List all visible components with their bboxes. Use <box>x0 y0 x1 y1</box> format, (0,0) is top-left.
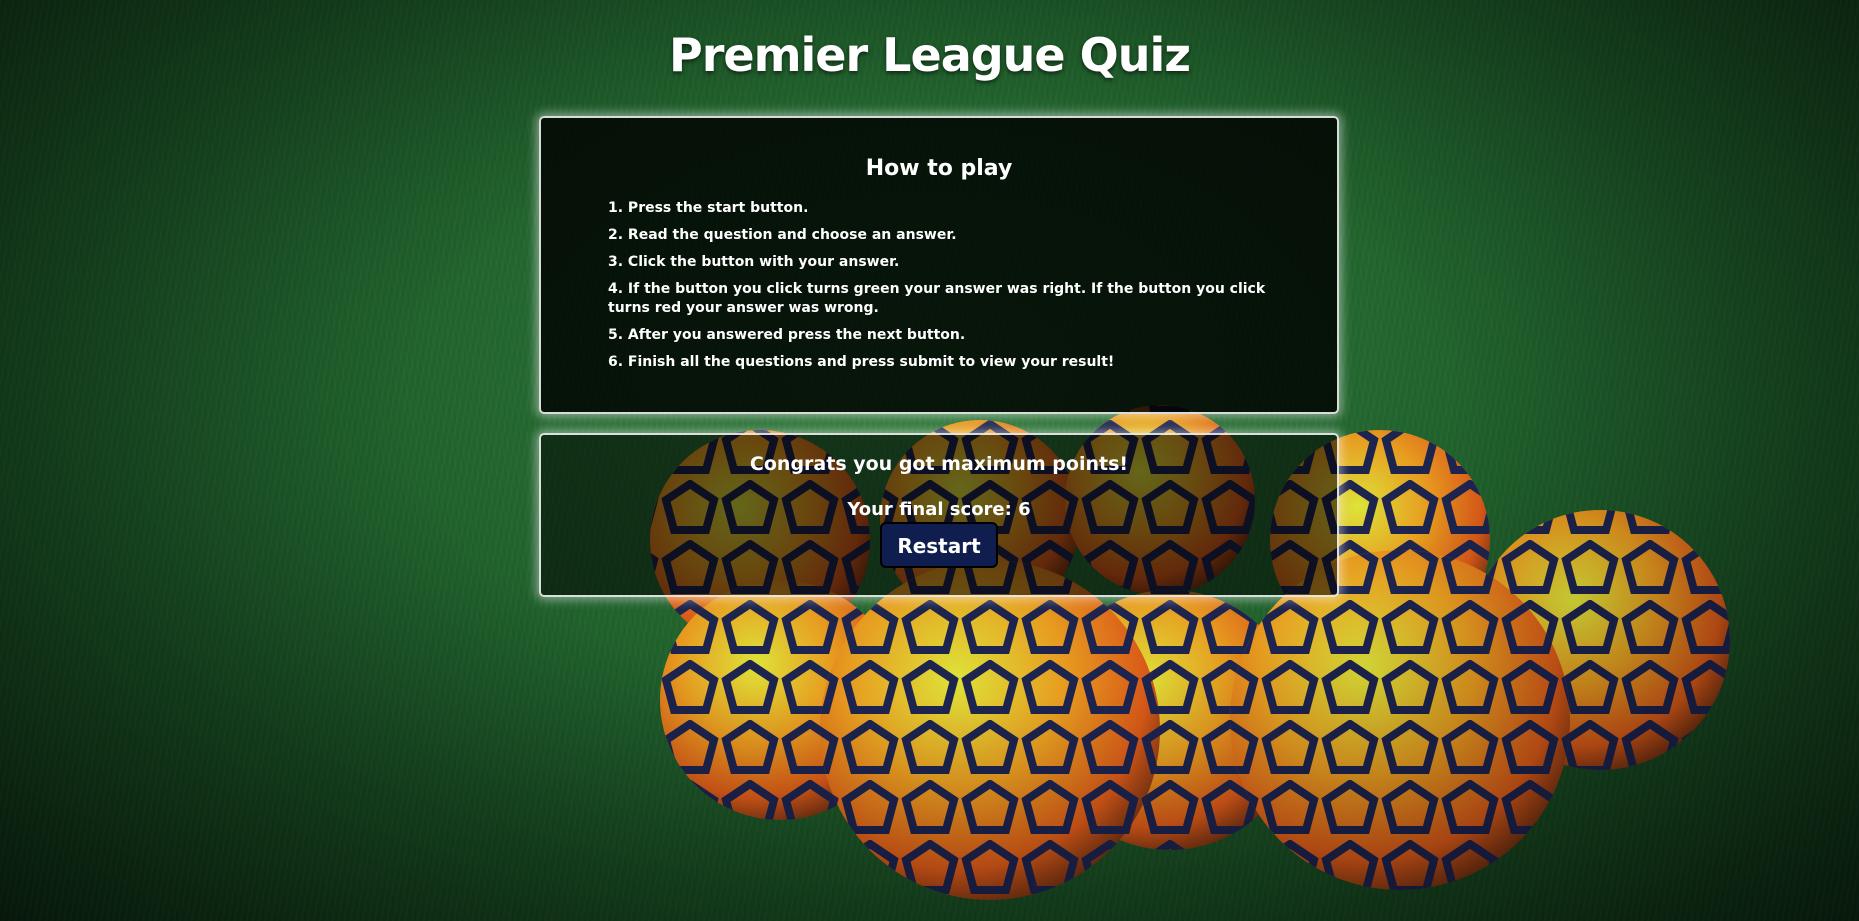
restart-button[interactable]: Restart <box>880 522 998 568</box>
rules-list: 1. Press the start button. 2. Read the q… <box>541 199 1337 372</box>
page-title: Premier League Quiz <box>668 28 1191 82</box>
quiz-page: Premier League Quiz How to play 1. Press… <box>0 0 1859 921</box>
final-score: Your final score: 6 <box>847 499 1031 520</box>
rule-item: 2. Read the question and choose an answe… <box>608 227 957 243</box>
rules-panel: How to play 1. Press the start button. 2… <box>539 116 1339 414</box>
rule-item: 3. Click the button with your answer. <box>608 254 900 270</box>
result-message: Congrats you got maximum points! <box>749 453 1129 475</box>
rule-item: 5. After you answered press the next but… <box>608 327 966 343</box>
rule-item: 4. If the button you click turns green y… <box>608 281 1266 316</box>
rule-item: 1. Press the start button. <box>608 200 809 216</box>
rules-heading: How to play <box>865 156 1013 181</box>
result-panel: Congrats you got maximum points! Your fi… <box>539 433 1339 597</box>
rule-item: 6. Finish all the questions and press su… <box>608 354 1115 370</box>
